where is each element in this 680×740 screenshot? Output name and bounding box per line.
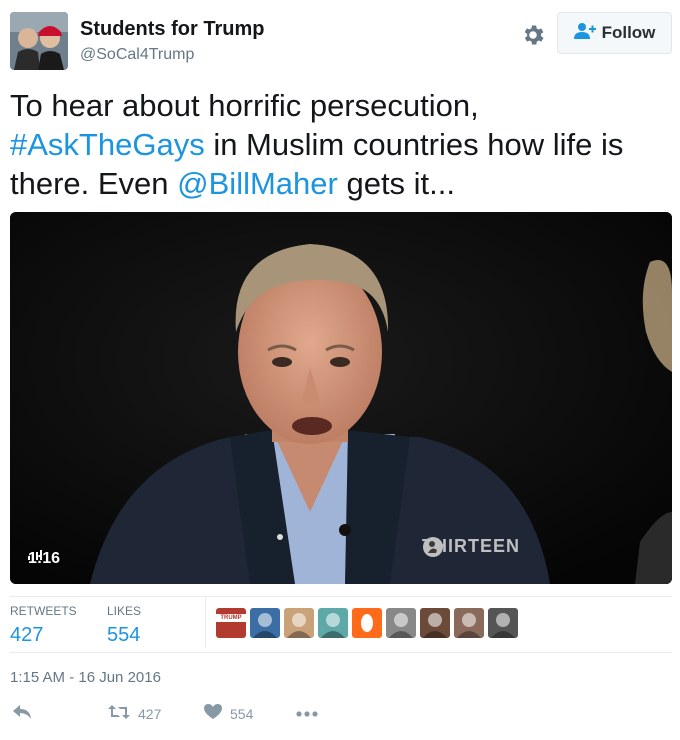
retweet-button[interactable]: 427 [108,704,161,723]
retweets-stat[interactable]: RETWEETS 427 [10,604,77,647]
flag-avatar[interactable] [250,608,280,638]
video-duration: 1:16 [28,550,66,568]
account-handle[interactable]: @SoCal4Trump [80,46,194,64]
divider [205,598,206,648]
hashtag-link[interactable]: #AskTheGays [10,127,205,162]
retweet-icon [108,704,130,723]
tweet-timestamp[interactable]: 1:15 AM - 16 Jun 2016 [10,669,161,686]
retweet-count: 427 [138,705,162,722]
tweet-text-segment: gets it... [337,166,456,201]
more-dots-icon [296,704,318,720]
group-avatar[interactable] [454,608,484,638]
follow-label: Follow [601,23,656,42]
channel-watermark: THIRTEEN [422,536,524,557]
mention-link[interactable]: @BillMaher [177,166,338,201]
likes-stat[interactable]: LIKES 554 [107,604,141,647]
bearded-man-avatar[interactable] [488,608,518,638]
liker-avatars: TRUMP [216,608,518,638]
divider [10,596,672,597]
video-player[interactable]: 1:16 THIRTEEN [10,212,672,584]
trump-sign-avatar[interactable]: TRUMP [216,608,246,638]
follow-button[interactable]: Follow [557,12,672,54]
tweet-text: To hear about horrific persecution, #Ask… [10,86,672,203]
reply-button[interactable] [12,704,32,723]
tweet-text-segment: To hear about horrific persecution, [10,88,479,123]
video-thumbnail [10,212,672,584]
woman-avatar[interactable] [284,608,314,638]
profile-avatar[interactable] [10,12,68,70]
orange-logo-avatar[interactable] [352,608,382,638]
like-button[interactable]: 554 [204,704,253,723]
avatar-sign-text: TRUMP [220,615,242,621]
cartoon-avatar[interactable] [318,608,348,638]
gear-icon[interactable] [520,22,546,48]
retweets-label: RETWEETS [10,604,77,618]
reply-icon [12,704,32,723]
divider [10,652,672,653]
like-count: 554 [230,705,254,722]
bw-photo-avatar[interactable] [386,608,416,638]
likes-value: 554 [107,624,141,646]
more-button[interactable] [296,704,318,720]
follow-person-icon [573,22,596,45]
portrait-avatar[interactable] [420,608,450,638]
heart-icon [204,704,222,723]
tweet-header: Students for Trump @SoCal4Trump Follow [10,10,672,70]
retweets-value: 427 [10,624,44,646]
likes-label: LIKES [107,604,142,618]
account-name[interactable]: Students for Trump [80,18,264,41]
tweet-actions: 427 554 [10,704,672,728]
